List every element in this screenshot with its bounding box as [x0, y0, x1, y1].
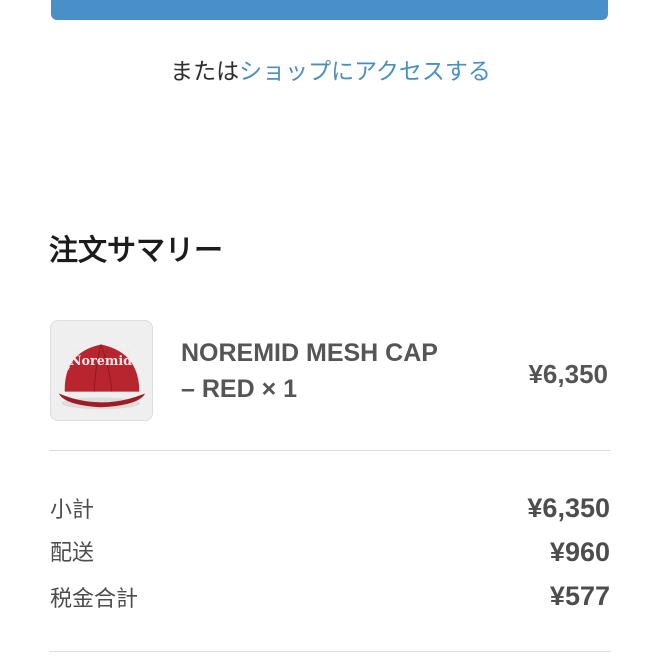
or-shop-line: またはショップにアクセスする	[0, 56, 661, 88]
visit-shop-link[interactable]: ショップにアクセスする	[239, 59, 491, 85]
product-name-line1: NOREMID MESH CAP	[181, 339, 438, 367]
product-price: ¥6,350	[528, 359, 608, 389]
svg-text:★: ★	[125, 347, 133, 357]
subtotal-value: ¥6,350	[527, 493, 610, 523]
svg-text:★: ★	[65, 364, 71, 372]
red-cap-image: Noremid ★ ★ ★ ★	[51, 321, 152, 420]
svg-text:★: ★	[133, 364, 139, 372]
svg-text:★: ★	[73, 347, 81, 357]
product-thumbnail: Noremid ★ ★ ★ ★	[50, 320, 153, 421]
shipping-label: 配送	[50, 541, 95, 566]
product-name: NOREMID MESH CAP – RED × 1	[181, 335, 481, 407]
subtotal-label: 小計	[50, 498, 95, 523]
shipping-value: ¥960	[549, 537, 610, 567]
divider	[49, 651, 611, 652]
divider	[49, 450, 611, 451]
tax-total-value: ¥577	[549, 581, 610, 611]
or-text: または	[170, 59, 240, 85]
order-summary-title: 注文サマリー	[49, 233, 224, 267]
primary-button[interactable]	[51, 0, 608, 20]
product-name-line2: – RED × 1	[181, 375, 298, 403]
tax-total-label: 税金合計	[50, 587, 139, 612]
